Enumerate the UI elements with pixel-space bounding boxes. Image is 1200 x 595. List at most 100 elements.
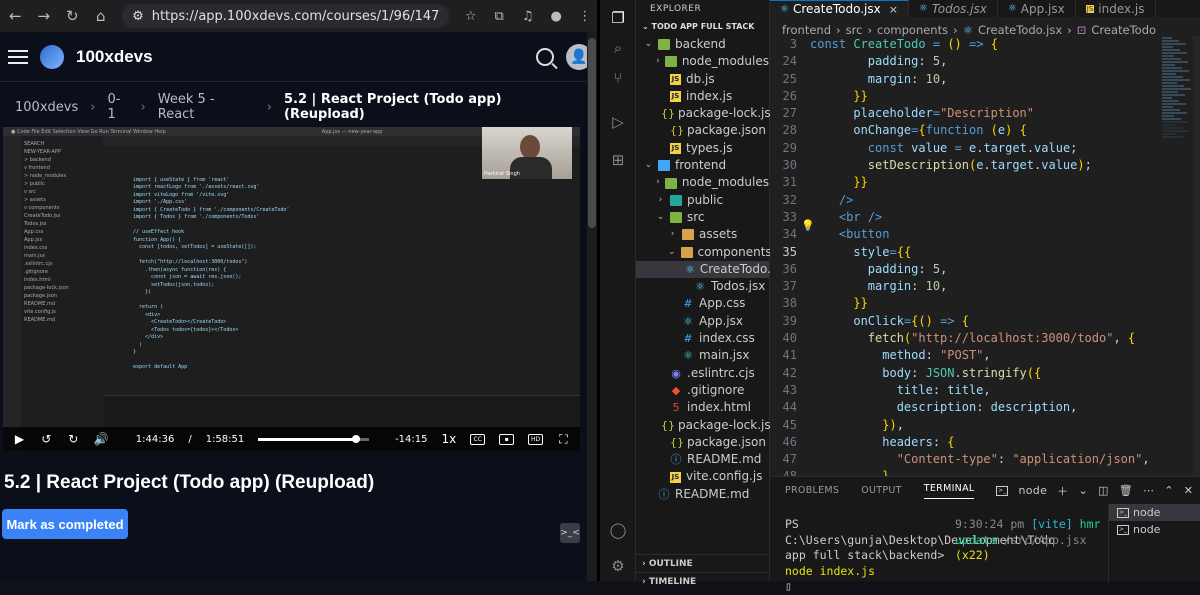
code-line[interactable]: 47 "Content-type": "application/json", (770, 451, 1180, 468)
project-root[interactable]: ⌄ TODO APP FULL STACK (636, 18, 769, 36)
chat-icon[interactable]: >_< (560, 523, 580, 543)
tree-item[interactable]: ⌄ src (636, 209, 769, 226)
run-debug-icon[interactable]: ▷ (608, 112, 628, 132)
account-icon[interactable]: ◯ (608, 520, 628, 540)
maximize-panel-icon[interactable]: ⌃ (1164, 484, 1174, 497)
reload-icon[interactable]: ↻ (65, 7, 80, 25)
trash-icon[interactable]: 🗑 (1119, 484, 1133, 497)
code-line[interactable]: 42 body: JSON.stringify({ (770, 365, 1180, 382)
tab-problems[interactable]: PROBLEMS (785, 485, 839, 496)
code-line[interactable]: 27 placeholder="Description" (770, 105, 1180, 122)
terminal-item-2[interactable]: >_ node (1109, 521, 1200, 538)
volume-icon[interactable]: 🔊 (94, 432, 109, 446)
breadcrumb-src[interactable]: src (846, 23, 863, 37)
code-line[interactable]: 45 }), (770, 417, 1180, 434)
editor-tab[interactable]: ⚛ CreateTodo.jsx × (770, 0, 909, 17)
code-line[interactable]: 46 headers: { (770, 434, 1180, 451)
tree-item[interactable]: ⚛ Todos.jsx (636, 278, 769, 295)
brand-name[interactable]: 100xdevs (76, 47, 153, 67)
tree-item[interactable]: # App.css (636, 295, 769, 312)
back-icon[interactable]: ← (8, 7, 23, 25)
video-player[interactable]: ● Code File Edit Selection View Go Run T… (3, 127, 580, 451)
tree-item[interactable]: {} package.json (636, 434, 769, 451)
tree-item[interactable]: ⚛ main.jsx (636, 347, 769, 364)
code-line[interactable]: 48 }, (770, 468, 1180, 476)
tree-item[interactable]: 5 index.html (636, 399, 769, 416)
tree-item[interactable]: # index.css (636, 330, 769, 347)
code-line[interactable]: 39 onClick={() => { (770, 313, 1180, 330)
tree-item[interactable]: JS types.js (636, 140, 769, 157)
breadcrumb-components[interactable]: components (877, 23, 948, 37)
editor-tab[interactable]: JS index.js (1076, 0, 1156, 17)
source-control-icon[interactable]: ⑂ (608, 68, 628, 88)
home-icon[interactable]: ⌂ (94, 7, 109, 25)
terminal-output[interactable]: PS C:\Users\gunja\Desktop\Development\To… (785, 517, 1055, 595)
code-line[interactable]: 33 <br /> (770, 209, 1180, 226)
editor-scrollbar[interactable] (1193, 36, 1200, 476)
tree-item[interactable]: › node_modules (636, 53, 769, 70)
captions-icon[interactable]: CC (470, 433, 486, 445)
outline-section[interactable]: › OUTLINE (636, 554, 769, 572)
more-icon[interactable]: ⋯ (1143, 484, 1154, 497)
breadcrumb-symbol[interactable]: CreateTodo (1091, 23, 1156, 37)
tree-item[interactable]: ⌄ frontend (636, 157, 769, 174)
code-line[interactable]: 24 padding: 5, (770, 53, 1180, 70)
tree-item[interactable]: ◉ .eslintrc.cjs (636, 365, 769, 382)
timeline-section[interactable]: › TIMELINE (636, 572, 769, 590)
profile-icon[interactable]: ● (549, 9, 564, 24)
code-line[interactable]: 40 fetch("http://localhost:3000/todo", { (770, 330, 1180, 347)
tree-item[interactable]: {} package-lock.json (636, 417, 786, 434)
code-line[interactable]: 35 style={{ (770, 244, 1180, 261)
editor-tab[interactable]: ⚛ Todos.jsx (909, 0, 998, 17)
code-editor[interactable]: 3 const CreateTodo = () => {24 padding: 5… (770, 36, 1180, 476)
forward-icon[interactable]: → (37, 7, 52, 25)
tree-item[interactable]: ◆ .gitignore (636, 382, 769, 399)
extensions-icon[interactable]: ⊞ (608, 150, 628, 170)
code-line[interactable]: 31 }} (770, 174, 1180, 191)
hamburger-menu-icon[interactable] (8, 49, 28, 64)
lightbulb-icon[interactable]: 💡 (801, 219, 815, 232)
star-icon[interactable]: ☆ (463, 9, 478, 24)
crumb-week[interactable]: Week 5 - React (158, 92, 255, 122)
tree-item[interactable]: ⌄ components (636, 244, 772, 261)
tree-item[interactable]: ⚛ App.jsx (636, 313, 769, 330)
quality-icon[interactable]: HD (528, 433, 544, 445)
code-line[interactable]: 28 onChange={function (e) { (770, 122, 1180, 139)
breadcrumb-frontend[interactable]: frontend (782, 23, 831, 37)
tree-item[interactable]: ⌄ backend (636, 36, 769, 53)
site-info-icon[interactable]: ⚙ (132, 9, 144, 24)
chevron-down-icon[interactable]: ⌄ (1078, 484, 1088, 497)
code-line[interactable]: 37 margin: 10, (770, 278, 1180, 295)
address-bar[interactable]: ⚙ https://app.100xdevs.com/courses/1/96/… (122, 4, 450, 28)
code-line[interactable]: 44 description: description, (770, 399, 1180, 416)
rewind-icon[interactable]: ↺ (40, 432, 53, 446)
code-line[interactable]: 30 setDescription(e.target.value); (770, 157, 1180, 174)
forward-skip-icon[interactable]: ↻ (67, 432, 80, 446)
tree-item[interactable]: JS db.js (636, 71, 769, 88)
terminal-item-1[interactable]: >_ node (1109, 504, 1200, 521)
search-icon[interactable]: ⌕ (608, 38, 628, 58)
code-line[interactable]: 26 }} (770, 88, 1180, 105)
fullscreen-icon[interactable]: ⛶ (557, 432, 570, 447)
media-icon[interactable]: ♫ (520, 9, 535, 24)
code-line[interactable]: 29 const value = e.target.value; (770, 140, 1180, 157)
close-panel-icon[interactable]: ✕ (1184, 484, 1194, 497)
terminal-name[interactable]: node (1018, 484, 1047, 497)
code-line[interactable]: 43 title: title, (770, 382, 1180, 399)
tree-item[interactable]: › public (636, 192, 769, 209)
tree-item[interactable]: {} package-lock.json (636, 105, 786, 122)
code-line[interactable]: 41 method: "POST", (770, 347, 1180, 364)
code-line[interactable]: 32 /> (770, 192, 1180, 209)
tree-item[interactable]: › node_modules (636, 174, 769, 191)
explorer-icon[interactable]: ❐ (608, 8, 628, 28)
code-line[interactable]: 34 <button (770, 226, 1180, 243)
code-line[interactable]: 36 padding: 5, (770, 261, 1180, 278)
code-line[interactable]: 3 const CreateTodo = () => { (770, 36, 1180, 53)
tree-item[interactable]: ⓘ README.md (636, 486, 769, 503)
play-icon[interactable]: ▶ (13, 432, 26, 446)
picture-in-picture-icon[interactable]: ▪ (499, 433, 515, 445)
tree-item[interactable]: JS vite.config.js (636, 468, 769, 485)
tab-output[interactable]: OUTPUT (861, 485, 902, 496)
tree-item[interactable]: {} package.json (636, 122, 769, 139)
tree-item[interactable]: › assets (636, 226, 769, 243)
